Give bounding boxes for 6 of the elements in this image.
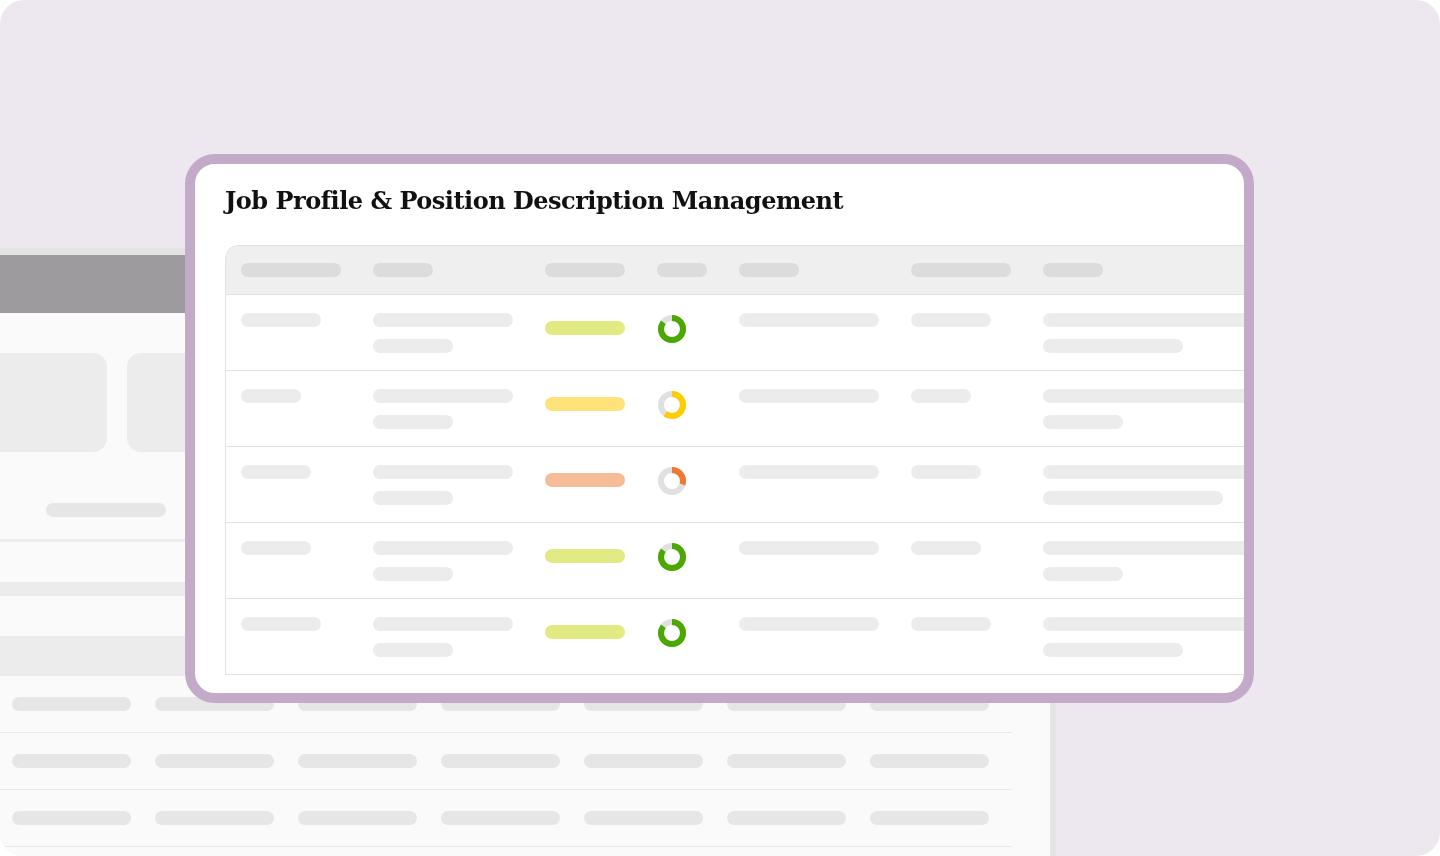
progress-ring [657,314,687,344]
progress-ring [657,466,687,496]
progress-ring [657,390,687,420]
progress-ring [657,542,687,572]
progress-ring [657,618,687,648]
card-title: Job Profile & Position Description Management [225,186,845,215]
